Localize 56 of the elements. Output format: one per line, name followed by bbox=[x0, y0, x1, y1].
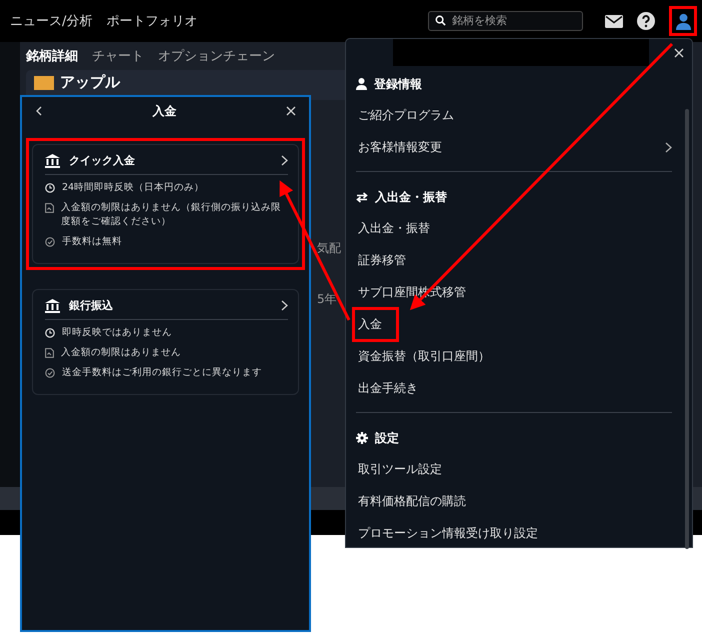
tab[interactable]: チャート bbox=[92, 47, 144, 65]
back-icon[interactable] bbox=[35, 106, 43, 116]
menu-item[interactable]: 入出金・振替 bbox=[352, 210, 436, 246]
table-cell: 気配 bbox=[317, 240, 341, 257]
deposit-method-card[interactable]: 銀行振込 即時反映ではありません 入金額の制限はありません 送金手数料はご利用の銀行ごとに異なります bbox=[32, 289, 299, 395]
feature-text: 手数料は無料 bbox=[62, 235, 122, 249]
bank-icon bbox=[45, 154, 60, 168]
section-heading: 登録情報 bbox=[374, 76, 422, 92]
person-icon bbox=[676, 12, 690, 30]
swap-arrows-icon bbox=[356, 192, 368, 202]
feature-text: 入金額の制限はありません（銀行側の振り込み限度額をご確認ください） bbox=[61, 201, 282, 229]
nav-link[interactable]: ニュース/分析 bbox=[10, 12, 92, 30]
method-title: 銀行振込 bbox=[69, 298, 114, 313]
document-icon bbox=[45, 348, 54, 358]
tab[interactable]: オプションチェーン bbox=[158, 47, 275, 65]
menu-item[interactable]: ご紹介プログラム bbox=[352, 98, 460, 132]
feature-text: 24時間即時反映（日本円のみ） bbox=[62, 181, 204, 195]
help-icon[interactable] bbox=[637, 12, 655, 30]
search-icon bbox=[435, 15, 446, 26]
clock-icon bbox=[45, 183, 55, 193]
deposit-method-card[interactable]: クイック入金 24時間即時反映（日本円のみ） 入金額の制限はありません（銀行側の振り込み限度額をご確認ください） 手数料は無料 bbox=[32, 144, 299, 264]
close-icon[interactable] bbox=[674, 48, 684, 58]
menu-item[interactable]: お客様情報変更 bbox=[352, 130, 448, 164]
menu-item[interactable]: 有料価格配信の購読 bbox=[352, 484, 472, 518]
close-icon[interactable] bbox=[286, 106, 296, 116]
document-icon bbox=[45, 203, 54, 213]
feature-text: 即時反映ではありません bbox=[62, 326, 172, 340]
menu-item[interactable]: 出金手続き bbox=[352, 370, 424, 406]
feature-text: 送金手数料はご利用の銀行ごとに異なります bbox=[62, 366, 262, 380]
menu-item[interactable]: 証券移管 bbox=[352, 242, 412, 278]
check-circle-icon bbox=[45, 237, 55, 247]
menu-item[interactable]: プロモーション情報受け取り設定 bbox=[352, 516, 544, 550]
chevron-icon bbox=[665, 142, 672, 152]
tab[interactable]: 銘柄詳細 bbox=[26, 47, 78, 65]
feature-text: 入金額の制限はありません bbox=[61, 346, 181, 360]
person-icon bbox=[356, 78, 367, 90]
chevron-icon bbox=[281, 300, 288, 311]
section-heading: 入出金・振替 bbox=[375, 188, 447, 206]
clock-icon bbox=[45, 328, 55, 338]
table-cell-text: 5年 bbox=[317, 291, 338, 308]
menu-item[interactable]: 入金 bbox=[352, 306, 399, 342]
user-button[interactable] bbox=[669, 6, 697, 36]
stock-name: アップル bbox=[60, 74, 120, 91]
stock-logo-icon bbox=[34, 76, 54, 90]
mail-icon[interactable] bbox=[605, 14, 623, 28]
menu-item[interactable]: 資金振替（取引口座間） bbox=[352, 338, 496, 374]
bank-icon bbox=[45, 298, 60, 312]
search-field[interactable]: 銘柄を検索 bbox=[428, 11, 583, 31]
chevron-icon bbox=[281, 155, 288, 166]
nav-link[interactable]: ポートフォリオ bbox=[106, 12, 198, 30]
panel-title: 入金 bbox=[152, 102, 176, 120]
gear-icon bbox=[356, 432, 368, 444]
menu-item[interactable]: 取引ツール設定 bbox=[352, 452, 448, 486]
section-heading: 設定 bbox=[375, 430, 399, 446]
method-title: クイック入金 bbox=[69, 153, 136, 168]
check-circle-icon bbox=[45, 368, 55, 378]
